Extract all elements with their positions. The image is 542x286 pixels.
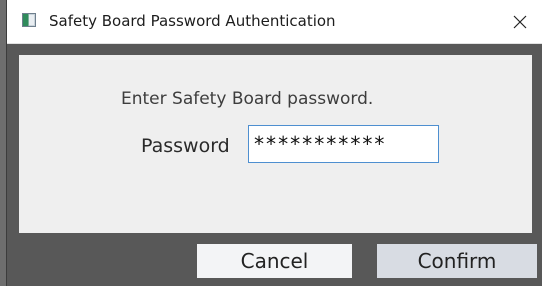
cancel-button[interactable]: Cancel [197, 244, 352, 278]
app-window-icon [22, 13, 36, 27]
password-field[interactable] [248, 125, 439, 163]
prompt-text: Enter Safety Board password. [121, 89, 374, 109]
password-dialog: Safety Board Password Authentication Ent… [6, 0, 542, 286]
title-bar[interactable]: Safety Board Password Authentication [7, 0, 542, 44]
window-title: Safety Board Password Authentication [49, 12, 336, 30]
dialog-content: Enter Safety Board password. Password [19, 55, 532, 233]
password-label: Password [141, 135, 230, 157]
confirm-button[interactable]: Confirm [377, 244, 537, 278]
close-button[interactable] [497, 0, 542, 43]
close-icon [513, 15, 527, 28]
